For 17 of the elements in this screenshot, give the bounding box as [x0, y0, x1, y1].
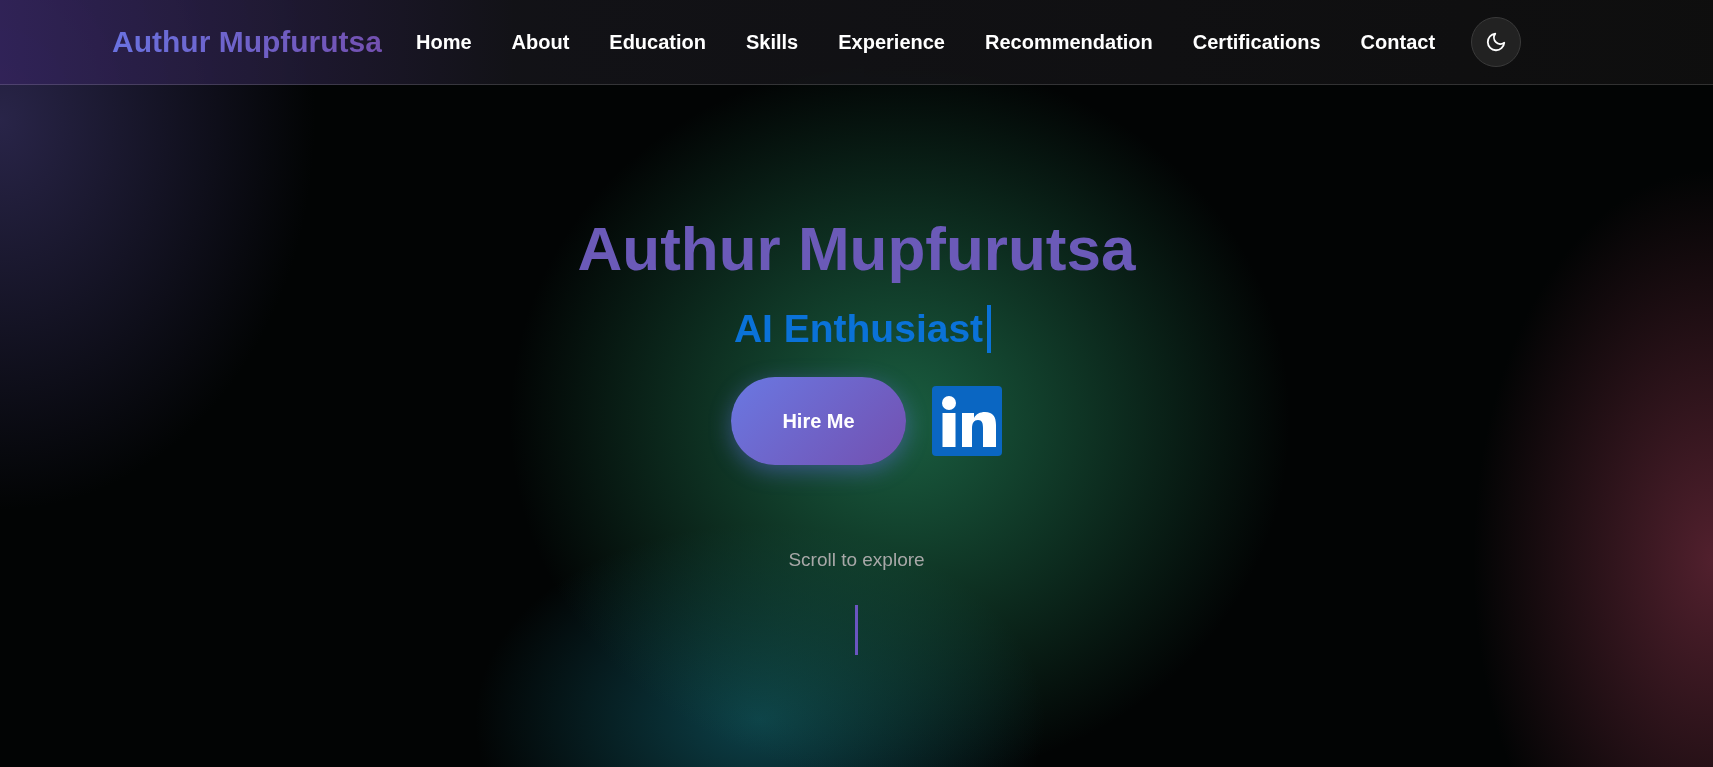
nav-link[interactable]: Recommendation — [985, 30, 1153, 54]
nav-link[interactable]: Home — [415, 30, 472, 54]
nav-link[interactable]: About — [511, 30, 570, 54]
scroll-hint: Scroll to explore — [788, 549, 925, 572]
nav-link[interactable]: Experience — [838, 30, 945, 54]
nav-link[interactable]: Certifications — [1192, 30, 1321, 54]
hero-title: Authur Mupfurutsa — [577, 215, 1136, 284]
moon-icon — [1485, 31, 1508, 53]
nav-link[interactable]: Contact — [1360, 30, 1436, 54]
nav-link[interactable]: Education — [609, 30, 706, 54]
hire-me-button[interactable]: Hire Me — [731, 377, 906, 466]
linkedin-icon[interactable] — [932, 386, 1002, 457]
hero-subtitle: AI Enthusiast — [733, 307, 984, 352]
typing-cursor — [987, 305, 992, 354]
nav-link[interactable]: Skills — [746, 30, 799, 54]
theme-toggle-button[interactable] — [1471, 17, 1522, 67]
scroll-indicator — [855, 605, 858, 656]
